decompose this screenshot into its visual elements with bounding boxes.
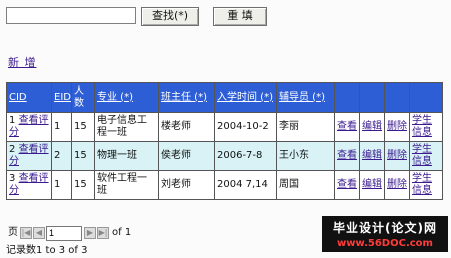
table-row: 1 查看评分 1 15 电子信息工程一班 楼老师 2004-10-2 李丽 查看… [6, 112, 443, 142]
header-head-teacher[interactable]: 班主任 (*) [158, 82, 215, 113]
table-header-row: CID EID 人数 专业 (*) 班主任 (*) 入学时间 (*) 辅导员 (… [6, 82, 443, 113]
cell-enroll-date: 2004 7,14 [214, 170, 277, 200]
reset-button[interactable]: 重 填 [213, 7, 267, 26]
search-button[interactable]: 查找(*) [141, 7, 199, 26]
cell-edit: 编辑 [359, 170, 385, 200]
page: 查找(*) 重 填 新 增 CID EID 人数 专业 (*) 班主任 (*) [0, 0, 451, 258]
edit-link[interactable]: 编辑 [362, 179, 382, 190]
header-count[interactable]: 人数 [71, 82, 95, 113]
cell-delete: 删除 [384, 141, 410, 171]
view-score-link[interactable]: 查看评分 [9, 115, 49, 138]
cell-major: 物理一班 [94, 141, 159, 171]
cell-count: 15 [71, 170, 95, 200]
header-enroll-date[interactable]: 入学时间 (*) [214, 82, 277, 113]
delete-link[interactable]: 删除 [387, 179, 407, 190]
next-page-icon[interactable]: ▶ [84, 227, 96, 239]
cell-major: 电子信息工程一班 [94, 112, 159, 142]
cell-cid: 3 查看评分 [6, 170, 52, 200]
student-info-link[interactable]: 学生信息 [412, 173, 432, 196]
header-counselor[interactable]: 辅导员 (*) [276, 82, 335, 113]
header-delete [384, 82, 410, 113]
cell-edit: 编辑 [359, 141, 385, 171]
cell-delete: 删除 [384, 112, 410, 142]
view-link[interactable]: 查看 [337, 179, 357, 190]
search-input[interactable] [6, 7, 136, 24]
prev-page-icon[interactable]: ◀ [33, 227, 45, 239]
pager-label: 页 [8, 227, 18, 238]
cell-counselor: 周国 [276, 170, 335, 200]
cell-view: 查看 [334, 170, 360, 200]
cell-delete: 删除 [384, 170, 410, 200]
table-row: 2 查看评分 2 15 物理一班 侯老师 2006-7-8 王小东 查看 编辑 … [6, 141, 443, 171]
cell-view: 查看 [334, 141, 360, 171]
header-view [334, 82, 360, 113]
page-number-input[interactable] [46, 226, 82, 241]
cell-head-teacher: 侯老师 [158, 141, 215, 171]
header-edit [359, 82, 385, 113]
delete-link[interactable]: 删除 [387, 150, 407, 161]
view-score-link[interactable]: 查看评分 [9, 144, 49, 167]
cell-edit: 编辑 [359, 112, 385, 142]
header-eid[interactable]: EID [51, 82, 72, 113]
cell-eid: 1 [51, 170, 72, 200]
view-link[interactable]: 查看 [337, 121, 357, 132]
header-major[interactable]: 专业 (*) [94, 82, 159, 113]
record-count: 记录数1 to 3 of 3 [6, 245, 88, 256]
page-total: of 1 [112, 227, 132, 238]
view-link[interactable]: 查看 [337, 150, 357, 161]
cell-counselor: 王小东 [276, 141, 335, 171]
cell-head-teacher: 楼老师 [158, 112, 215, 142]
header-student-info [409, 82, 443, 113]
cell-enroll-date: 2004-10-2 [214, 112, 277, 142]
cell-student-info: 学生信息 [409, 112, 443, 142]
watermark-url: www.56DOC.com [337, 238, 433, 249]
cell-major: 软件工程一班 [94, 170, 159, 200]
cell-enroll-date: 2006-7-8 [214, 141, 277, 171]
watermark-banner: 毕业设计(论文)网 www.56DOC.com [322, 216, 448, 252]
data-table: CID EID 人数 专业 (*) 班主任 (*) 入学时间 (*) 辅导员 (… [6, 82, 443, 200]
table-row: 3 查看评分 1 15 软件工程一班 刘老师 2004 7,14 周国 查看 编… [6, 170, 443, 200]
edit-link[interactable]: 编辑 [362, 150, 382, 161]
add-new-link[interactable]: 新 增 [8, 54, 37, 70]
cell-head-teacher: 刘老师 [158, 170, 215, 200]
cell-eid: 1 [51, 112, 72, 142]
header-cid[interactable]: CID [6, 82, 52, 113]
cell-cid: 2 查看评分 [6, 141, 52, 171]
delete-link[interactable]: 删除 [387, 121, 407, 132]
cell-student-info: 学生信息 [409, 141, 443, 171]
cell-cid: 1 查看评分 [6, 112, 52, 142]
cell-count: 15 [71, 112, 95, 142]
student-info-link[interactable]: 学生信息 [412, 144, 432, 167]
view-score-link[interactable]: 查看评分 [9, 173, 49, 196]
cell-counselor: 李丽 [276, 112, 335, 142]
last-page-icon[interactable]: ▶| [97, 227, 109, 239]
edit-link[interactable]: 编辑 [362, 121, 382, 132]
watermark-title: 毕业设计(论文)网 [333, 221, 437, 235]
student-info-link[interactable]: 学生信息 [412, 115, 432, 138]
cell-student-info: 学生信息 [409, 170, 443, 200]
first-page-icon[interactable]: |◀ [20, 227, 32, 239]
cell-eid: 2 [51, 141, 72, 171]
cell-count: 15 [71, 141, 95, 171]
cell-view: 查看 [334, 112, 360, 142]
